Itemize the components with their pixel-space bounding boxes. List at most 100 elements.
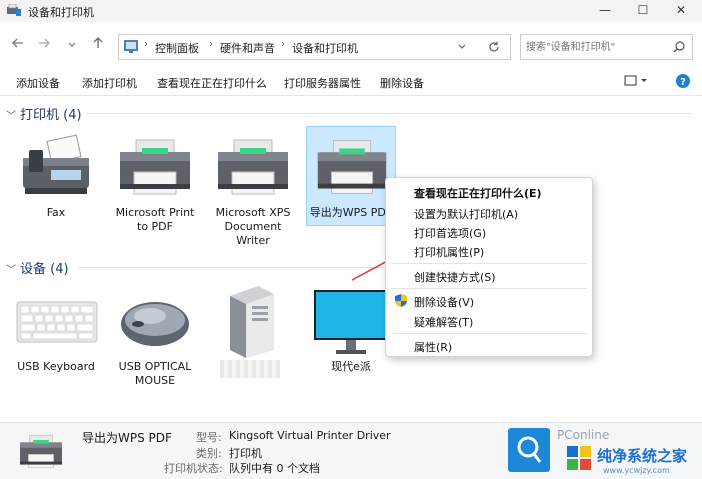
menu-item-create-shortcut[interactable]: 创建快捷方式(S) <box>414 269 496 285</box>
menu-item-see-printing[interactable]: 查看现在正在打印什么(E) <box>414 185 542 201</box>
device-label: Microsoft XPS Document Writer <box>215 206 291 247</box>
close-button[interactable]: ✕ <box>666 0 696 22</box>
menu-item-properties[interactable]: 属性(R) <box>414 339 452 355</box>
magnifier-logo-icon <box>517 436 542 463</box>
pconline-logo <box>508 428 550 472</box>
menu-item-printer-properties[interactable]: 打印机属性(P) <box>414 244 484 260</box>
address-bar[interactable]: › 控制面板 › 硬件和声音 › 设备和打印机 <box>118 34 511 60</box>
devices-printers-icon <box>7 4 21 16</box>
details-status-key: 打印机状态: <box>164 462 223 475</box>
device-microsoft-xps-document-writer[interactable]: Microsoft XPS Document Writer <box>208 130 298 248</box>
search-box[interactable] <box>520 34 693 60</box>
menu-item-troubleshoot[interactable]: 疑难解答(T) <box>414 314 473 330</box>
device-wps-pdf[interactable]: 导出为WPS PDF <box>306 126 396 226</box>
menu-separator <box>391 333 587 334</box>
help-icon: ? <box>676 74 690 88</box>
watermark-brand: PConline <box>557 428 610 442</box>
menu-separator <box>391 288 587 289</box>
view-icon <box>624 75 647 86</box>
breadcrumb-separator: › <box>209 39 213 50</box>
device-label: 导出为WPS PDF <box>309 206 393 219</box>
help-button[interactable]: ? <box>675 73 691 92</box>
blurred-label <box>220 360 280 378</box>
mouse-icon <box>121 302 189 346</box>
device-usb-optical-mouse[interactable]: USB OPTICAL MOUSE <box>110 284 200 388</box>
menu-separator <box>391 263 587 264</box>
windows-logo-icon <box>567 446 591 470</box>
breadcrumb-hardware-sound[interactable]: 硬件和声音 <box>220 40 275 56</box>
menu-item-set-default[interactable]: 设置为默认打印机(A) <box>414 206 518 222</box>
menu-item-printing-preferences[interactable]: 打印首选项(G) <box>414 225 486 241</box>
device-label: USB OPTICAL MOUSE <box>118 360 192 387</box>
window-title: 设备和打印机 <box>28 6 94 19</box>
print-server-properties-button[interactable]: 打印服务器属性 <box>284 75 361 91</box>
refresh-button[interactable] <box>487 40 501 57</box>
fax-icon <box>23 134 89 194</box>
breadcrumb-devices-printers[interactable]: 设备和打印机 <box>292 40 358 56</box>
device-fax[interactable]: Fax <box>11 130 101 220</box>
shield-icon <box>395 294 407 307</box>
control-panel-icon <box>124 40 138 53</box>
group-header-devices[interactable]: ﹀ 设备 (4) <box>6 258 69 277</box>
menu-item-remove-device[interactable]: 删除设备(V) <box>414 294 474 310</box>
chevron-down-icon <box>68 42 76 47</box>
breadcrumb-separator: › <box>144 39 148 50</box>
address-row: › 控制面板 › 硬件和声音 › 设备和打印机 <box>0 28 702 64</box>
device-label: USB Keyboard <box>17 360 95 373</box>
group-divider <box>86 113 692 114</box>
group-label: 设备 (4) <box>20 262 69 277</box>
up-button[interactable] <box>88 36 108 56</box>
chevron-down-icon <box>458 44 466 49</box>
watermark-site-url: www.ycwjzy.com <box>603 466 670 475</box>
watermark-site-name: 纯净系统之家 <box>597 447 688 465</box>
add-printer-button[interactable]: 添加打印机 <box>82 75 137 91</box>
device-monitor[interactable]: 现代e派 <box>306 284 396 374</box>
maximize-button[interactable]: ☐ <box>628 0 658 22</box>
back-button[interactable] <box>8 36 28 56</box>
recent-locations-button[interactable] <box>62 36 82 56</box>
device-label: 现代e派 <box>331 360 371 373</box>
search-input[interactable] <box>526 39 666 55</box>
details-status-value: 队列中有 0 个文档 <box>229 462 320 475</box>
details-model-key: 型号: <box>196 431 222 444</box>
search-icon <box>673 41 685 53</box>
minimize-button[interactable]: — <box>590 0 620 22</box>
device-microsoft-print-to-pdf[interactable]: Microsoft Print to PDF <box>110 130 200 234</box>
address-dropdown-button[interactable] <box>457 39 467 56</box>
printer-icon <box>120 139 190 195</box>
arrow-left-icon <box>12 38 23 48</box>
change-view-button[interactable] <box>624 75 650 90</box>
chevron-down-icon: ﹀ <box>6 265 16 276</box>
keyboard-icon <box>16 301 98 343</box>
title-bar: 设备和打印机 — ☐ ✕ <box>0 0 702 22</box>
computer-tower-icon <box>230 286 274 358</box>
svg-text:?: ? <box>680 77 686 88</box>
printer-icon <box>317 140 387 194</box>
details-category-key: 类别: <box>196 447 222 460</box>
device-usb-keyboard[interactable]: USB Keyboard <box>11 284 101 374</box>
group-divider <box>78 267 384 268</box>
remove-device-button[interactable]: 删除设备 <box>380 75 424 91</box>
breadcrumb-control-panel[interactable]: 控制面板 <box>155 40 199 56</box>
details-category-value: 打印机 <box>229 447 262 460</box>
device-label: Microsoft Print to PDF <box>115 206 195 233</box>
group-header-printers[interactable]: ﹀ 打印机 (4) <box>6 104 82 123</box>
printer-icon <box>20 434 62 468</box>
context-menu: 查看现在正在打印什么(E) 设置为默认打印机(A) 打印首选项(G) 打印机属性… <box>385 177 593 357</box>
see-whats-printing-button[interactable]: 查看现在正在打印什么 <box>157 75 267 91</box>
refresh-icon <box>489 41 499 52</box>
details-model-value: Kingsoft Virtual Printer Driver <box>229 429 391 442</box>
breadcrumb-separator: › <box>281 39 285 50</box>
command-bar: 添加设备 添加打印机 查看现在正在打印什么 打印服务器属性 删除设备 ? <box>0 68 702 96</box>
details-device-name: 导出为WPS PDF <box>82 431 172 445</box>
group-label: 打印机 (4) <box>20 108 82 123</box>
chevron-down-icon: ﹀ <box>6 111 16 122</box>
forward-button[interactable] <box>34 36 54 56</box>
add-device-button[interactable]: 添加设备 <box>16 75 60 91</box>
arrow-up-icon <box>93 37 103 48</box>
device-label: Fax <box>46 206 66 219</box>
arrow-right-icon <box>39 38 50 48</box>
printer-icon <box>218 139 288 195</box>
device-computer[interactable] <box>208 280 298 378</box>
monitor-icon <box>314 290 388 354</box>
